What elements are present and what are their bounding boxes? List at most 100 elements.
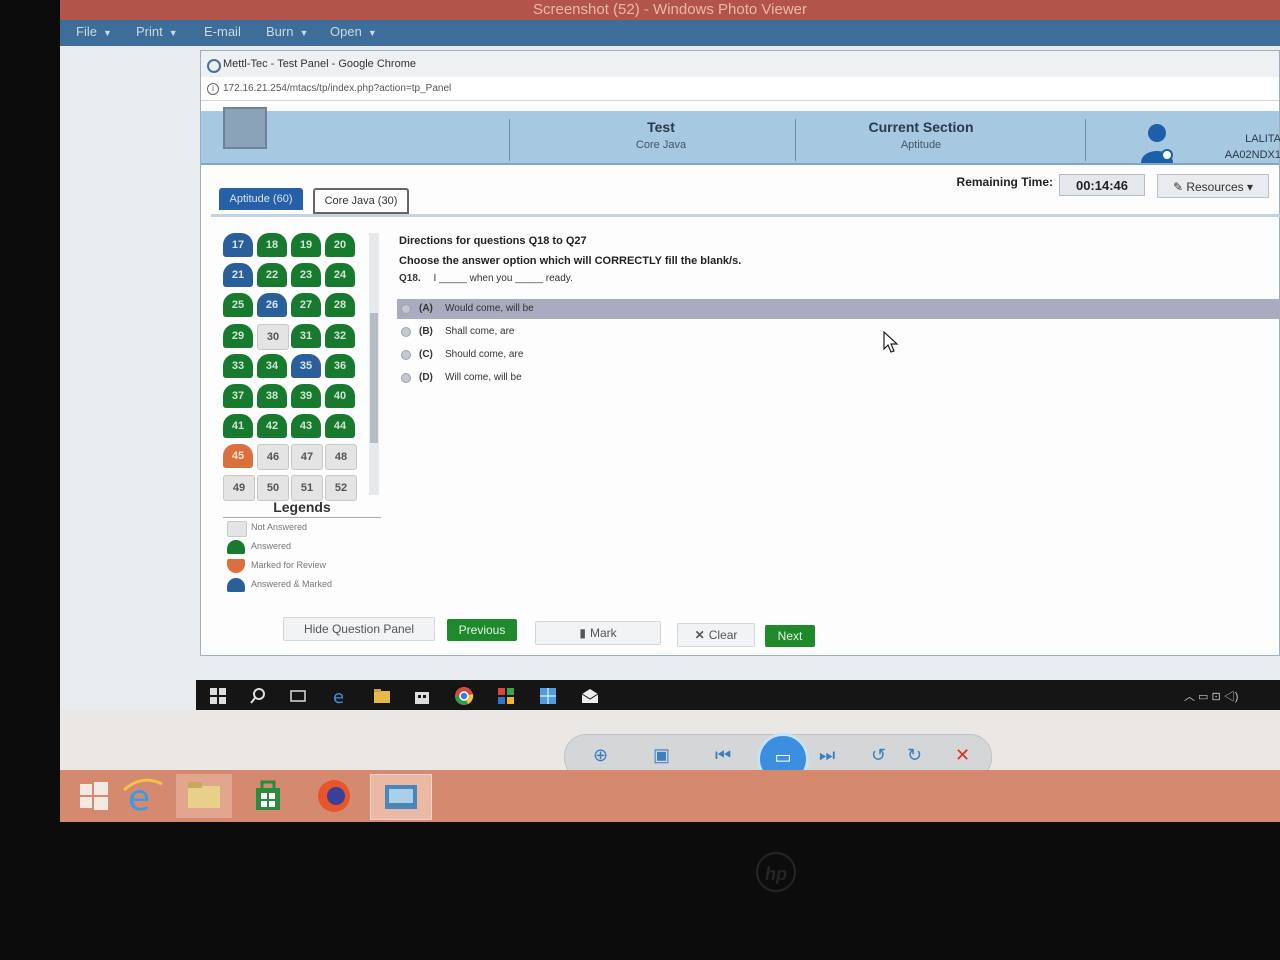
hp-logo: hp [756,852,796,892]
hide-question-panel-button[interactable]: Hide Question Panel [283,617,435,641]
menu-burn-label: Burn [266,24,294,39]
windows-start-icon[interactable] [208,686,228,706]
palette-question-button[interactable]: 44 [325,414,355,438]
close-icon: ✕ [694,628,705,642]
info-icon[interactable]: i [207,83,219,95]
store-icon[interactable] [412,686,432,706]
palette-question-button[interactable]: 19 [291,233,321,257]
clear-button[interactable]: ✕ Clear [677,623,755,647]
address-url: 172.16.21.254/mtacs/tp/index.php?action=… [223,83,452,94]
palette-question-button[interactable]: 36 [325,354,355,378]
file-explorer-icon[interactable] [176,774,232,818]
palette-question-button[interactable]: 24 [325,263,355,287]
palette-question-button[interactable]: 52 [325,475,357,501]
zoom-icon[interactable]: ⊕ [593,745,608,766]
store-icon[interactable] [240,774,296,818]
resources-dropdown[interactable]: ✎ Resources ▾ [1157,174,1269,198]
palette-question-button[interactable]: 38 [257,384,287,408]
rotate-cw-icon[interactable]: ↻ [907,745,922,766]
fit-window-icon[interactable]: ▣ [653,745,670,766]
next-image-icon[interactable]: ⏭ [819,745,835,766]
tab-aptitude[interactable]: Aptitude (60) [219,188,303,210]
palette-question-button[interactable]: 21 [223,263,253,287]
mark-button[interactable]: ▮ Mark [535,621,661,645]
menu-print[interactable]: Print ▼ [136,24,178,39]
clear-label: Clear [708,628,738,642]
palette-question-button[interactable]: 17 [223,233,253,257]
palette-question-button[interactable]: 47 [291,444,323,470]
photo-viewer-title: Screenshot (52) - Windows Photo Viewer [60,0,1280,20]
previous-button[interactable]: Previous [447,619,517,641]
palette-question-button[interactable]: 50 [257,475,289,501]
palette-question-button[interactable]: 48 [325,444,357,470]
palette-question-button[interactable]: 20 [325,233,355,257]
browser-title-bar: Mettl-Tec - Test Panel - Google Chrome [201,51,1279,77]
header-section: Current Section Aptitude [811,119,1031,151]
palette-scroll-thumb[interactable] [370,313,378,443]
previous-image-icon[interactable]: ⏮ [715,745,731,766]
radio-button[interactable] [401,373,411,383]
palette-question-button[interactable]: 43 [291,414,321,438]
palette-question-button[interactable]: 40 [325,384,355,408]
palette-question-button[interactable]: 46 [257,444,289,470]
palette-question-button[interactable]: 18 [257,233,287,257]
task-view-icon[interactable] [288,686,308,706]
chevron-down-icon: ▼ [168,28,178,38]
palette-question-button[interactable]: 34 [257,354,287,378]
legend-swatch [227,540,245,554]
palette-question-button[interactable]: 29 [223,324,253,348]
palette-question-button[interactable]: 33 [223,354,253,378]
palette-question-button[interactable]: 49 [223,475,255,501]
palette-question-button[interactable]: 30 [257,324,289,350]
option-d[interactable]: (D) Will come, will be [397,368,1280,388]
system-tray-icons[interactable]: ︿ ▭ ⊡ ◁) [1184,688,1238,704]
menu-file-label: File [76,24,97,39]
inner-taskbar: e ︿ ▭ ⊡ ◁) [196,680,1280,712]
radio-button[interactable] [401,350,411,360]
tab-core-java[interactable]: Core Java (30) [313,188,409,214]
menu-burn[interactable]: Burn ▼ [266,24,308,39]
photo-viewer-taskbar-icon[interactable] [370,774,432,820]
palette-question-button[interactable]: 32 [325,324,355,348]
question-number: Q18. [399,273,421,284]
option-b[interactable]: (B) Shall come, are [397,322,1280,342]
file-explorer-icon[interactable] [372,686,392,706]
legend-swatch [227,521,247,537]
radio-button[interactable] [401,327,411,337]
palette-question-button[interactable]: 39 [291,384,321,408]
delete-icon[interactable]: ✕ [955,745,970,766]
palette-question-button[interactable]: 45 [223,444,253,468]
next-button[interactable]: Next [765,625,815,647]
option-a[interactable]: (A) Would come, will be [397,299,1280,319]
palette-question-button[interactable]: 25 [223,293,253,317]
palette-question-button[interactable]: 35 [291,354,321,378]
palette-question-button[interactable]: 23 [291,263,321,287]
palette-question-button[interactable]: 31 [291,324,321,348]
internet-explorer-icon[interactable]: e [114,774,170,818]
rotate-ccw-icon[interactable]: ↺ [871,745,886,766]
address-bar[interactable]: i 172.16.21.254/mtacs/tp/index.php?actio… [201,77,1279,101]
palette-question-button[interactable]: 41 [223,414,253,438]
mail-icon[interactable] [580,686,600,706]
chrome-icon[interactable] [454,686,474,706]
office-tiles-icon[interactable] [496,686,516,706]
windows-app-icon[interactable] [538,686,558,706]
menu-file[interactable]: File ▼ [76,24,112,39]
menu-open[interactable]: Open ▼ [330,24,377,39]
option-text: Will come, will be [445,372,522,383]
palette-question-button[interactable]: 28 [325,293,355,317]
palette-question-button[interactable]: 51 [291,475,323,501]
palette-question-button[interactable]: 22 [257,263,287,287]
menu-email[interactable]: E-mail [204,24,241,39]
palette-question-button[interactable]: 26 [257,293,287,317]
search-icon[interactable] [248,686,268,706]
firefox-icon[interactable] [306,774,362,818]
palette-question-button[interactable]: 42 [257,414,287,438]
question-text: Q18. I _____ when you _____ ready. [399,273,573,284]
option-key: (D) [419,372,433,383]
palette-question-button[interactable]: 37 [223,384,253,408]
option-c[interactable]: (C) Should come, are [397,345,1280,365]
palette-question-button[interactable]: 27 [291,293,321,317]
edge-icon[interactable]: e [330,686,350,706]
radio-button[interactable] [401,304,411,314]
